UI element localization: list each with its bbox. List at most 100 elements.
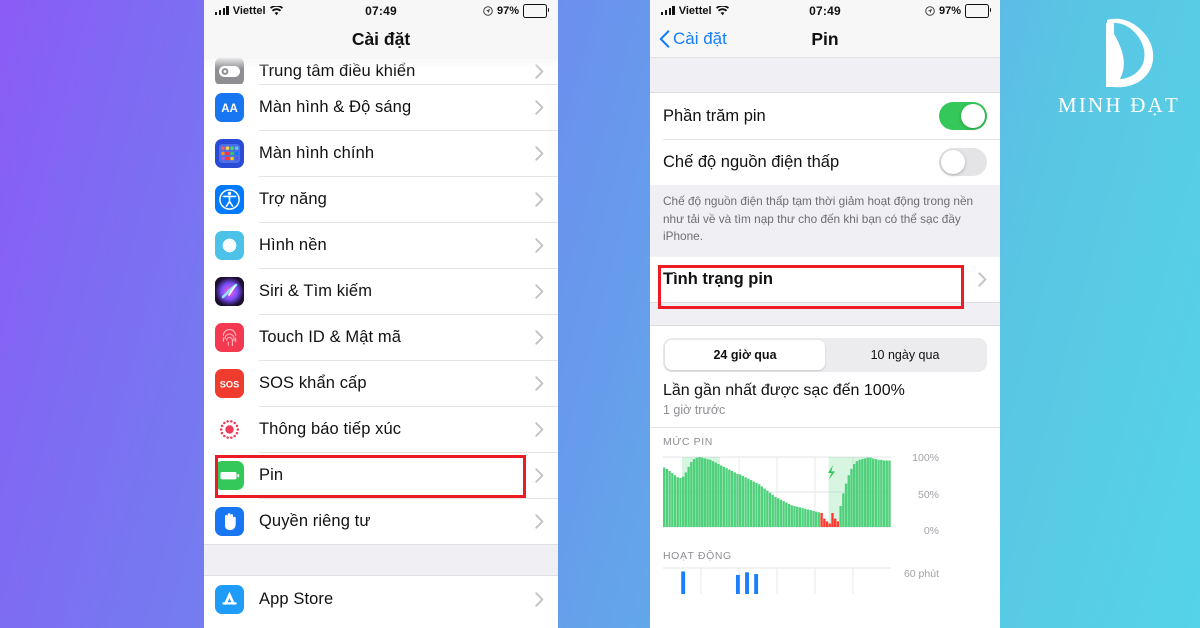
- section-gap: [650, 302, 1000, 327]
- row-label: Tình trạng pin: [663, 270, 773, 289]
- status-bar-right: Viettel 07:49 97%: [650, 0, 1000, 21]
- battery-settings-icon: [215, 460, 244, 490]
- segment-option[interactable]: 24 giờ qua: [665, 340, 825, 371]
- page-title: Pin: [811, 28, 839, 49]
- page-title: Cài đặt: [351, 28, 411, 49]
- low-power-footnote: Chế độ nguồn điện thấp tạm thời giảm hoạ…: [650, 185, 1000, 258]
- row-label: Phần trăm pin: [663, 106, 766, 125]
- exposure-notification-icon: [215, 414, 244, 444]
- battery-icon: [965, 3, 992, 18]
- privacy-hand-icon: [215, 506, 244, 536]
- touch-id-icon: [215, 322, 244, 352]
- back-button[interactable]: Cài đặt: [659, 29, 727, 49]
- list-item-label: Hình nền: [259, 235, 327, 254]
- settings-list-secondary: App Store: [204, 576, 558, 622]
- list-item-label: Touch ID & Mật mã: [259, 327, 401, 346]
- list-item[interactable]: AA Màn hình & Độ sáng: [204, 84, 558, 130]
- chevron-right-icon: [535, 283, 544, 299]
- chevron-right-icon: [535, 329, 544, 345]
- time-range-segmented-control[interactable]: 24 giờ qua 10 ngày qua: [663, 338, 987, 373]
- battery-level-chart: 100% 50% 0%: [663, 452, 947, 541]
- signal-bars-icon: [215, 6, 229, 15]
- toggle-battery-percentage[interactable]: [939, 102, 987, 130]
- control-center-icon: [215, 58, 244, 84]
- top-spacer: [650, 58, 1000, 93]
- list-item-label: Màn hình chính: [259, 143, 375, 162]
- list-item[interactable]: Pin: [204, 452, 558, 498]
- list-item-label: Siri & Tìm kiếm: [259, 281, 373, 300]
- axis-label-0: 0%: [923, 525, 939, 538]
- toggle-low-power-mode[interactable]: [939, 148, 987, 176]
- svg-text:SOS: SOS: [220, 379, 239, 389]
- siri-icon: [215, 276, 244, 306]
- battery-level-chart-caption: MỨC PIN: [663, 436, 713, 449]
- status-bar-right-group-2: 97%: [841, 3, 992, 18]
- list-item[interactable]: Trợ năng: [204, 176, 558, 222]
- list-item-label: Trung tâm điều khiển: [259, 61, 416, 80]
- axis-label-60min: 60 phút: [903, 568, 939, 581]
- status-bar-left: Viettel 07:49 97%: [204, 0, 558, 21]
- accessibility-icon: [215, 184, 244, 214]
- list-item-label: Thông báo tiếp xúc: [259, 419, 402, 438]
- battery-level-chart-section: MỨC PIN 100% 50% 0% HOẠT ĐỘNG 60 phút: [650, 428, 1000, 597]
- phone-screen-settings: Viettel 07:49 97% Cài đặt Trung tâm điều…: [204, 0, 558, 628]
- list-item-label: Quyền riêng tư: [259, 511, 371, 530]
- carrier-label: Viettel: [232, 4, 266, 17]
- nav-bar-settings: Cài đặt: [204, 21, 558, 58]
- chevron-right-icon: [978, 272, 987, 287]
- svg-text:AA: AA: [221, 103, 238, 115]
- chevron-right-icon: [535, 421, 544, 437]
- list-item[interactable]: Siri & Tìm kiếm: [204, 268, 558, 314]
- phone-screen-battery: Viettel 07:49 97% Cài đặt Pin Phần trăm …: [650, 0, 1000, 628]
- chevron-right-icon: [535, 145, 544, 161]
- battery-health-group: Tình trạng pin: [650, 257, 1000, 303]
- time-range-segmented-wrap: 24 giờ qua 10 ngày qua: [650, 326, 1000, 379]
- brand-logo: MINH ĐẠT: [1043, 14, 1195, 118]
- status-bar-left-group-2: Viettel: [661, 5, 809, 17]
- display-brightness-icon: AA: [215, 92, 244, 122]
- list-item[interactable]: Trung tâm điều khiển: [204, 58, 558, 84]
- battery-toggles-group: Phần trăm pin Chế độ nguồn điện thấp: [650, 93, 1000, 185]
- battery-percent-label: 97%: [938, 4, 962, 17]
- row-battery-percentage[interactable]: Phần trăm pin: [650, 93, 1000, 139]
- list-item[interactable]: Touch ID & Mật mã: [204, 314, 558, 360]
- location-arrow-icon: [483, 5, 493, 16]
- back-button-label: Cài đặt: [673, 29, 727, 48]
- list-item[interactable]: Quyền riêng tư: [204, 498, 558, 544]
- list-item[interactable]: Màn hình chính: [204, 130, 558, 176]
- segment-option[interactable]: 10 ngày qua: [825, 340, 985, 370]
- clock-label: 07:49: [365, 3, 397, 18]
- settings-list: Trung tâm điều khiển AA Màn hình & Độ sáng…: [204, 58, 558, 544]
- clock-label: 07:49: [809, 3, 841, 18]
- wallpaper-icon: [215, 230, 244, 260]
- wifi-icon: [715, 5, 729, 15]
- last-charge-subtitle: 1 giờ trước: [663, 403, 726, 418]
- app-store-icon: [215, 584, 244, 614]
- brand-name: MINH ĐẠT: [1057, 93, 1180, 117]
- chevron-right-icon: [535, 237, 544, 253]
- row-low-power-mode[interactable]: Chế độ nguồn điện thấp: [650, 139, 1000, 185]
- list-item[interactable]: App Store: [204, 576, 558, 622]
- location-arrow-icon: [925, 5, 935, 16]
- chevron-right-icon: [535, 63, 544, 79]
- row-battery-health[interactable]: Tình trạng pin: [650, 257, 1000, 303]
- signal-bars-icon: [661, 6, 675, 15]
- last-charge-block: Lần gần nhất được sạc đến 100% 1 giờ trư…: [650, 378, 1000, 429]
- list-item[interactable]: Hình nền: [204, 222, 558, 268]
- chevron-right-icon: [535, 99, 544, 115]
- chevron-right-icon: [535, 467, 544, 483]
- chevron-right-icon: [535, 375, 544, 391]
- activity-chart-caption: HOẠT ĐỘNG: [663, 550, 732, 563]
- list-item-label: Màn hình & Độ sáng: [259, 97, 412, 116]
- list-item-label: Pin: [259, 465, 284, 484]
- letter-d-logo-icon: [1106, 18, 1154, 88]
- list-item[interactable]: SOS SOS khẩn cấp: [204, 360, 558, 406]
- carrier-label: Viettel: [678, 4, 712, 17]
- chevron-right-icon: [535, 513, 544, 529]
- list-item-label: Trợ năng: [259, 189, 327, 208]
- chevron-right-icon: [535, 191, 544, 207]
- last-charge-title: Lần gần nhất được sạc đến 100%: [663, 382, 905, 400]
- chevron-left-icon: [659, 30, 670, 48]
- list-item[interactable]: Thông báo tiếp xúc: [204, 406, 558, 452]
- wifi-icon: [269, 5, 283, 15]
